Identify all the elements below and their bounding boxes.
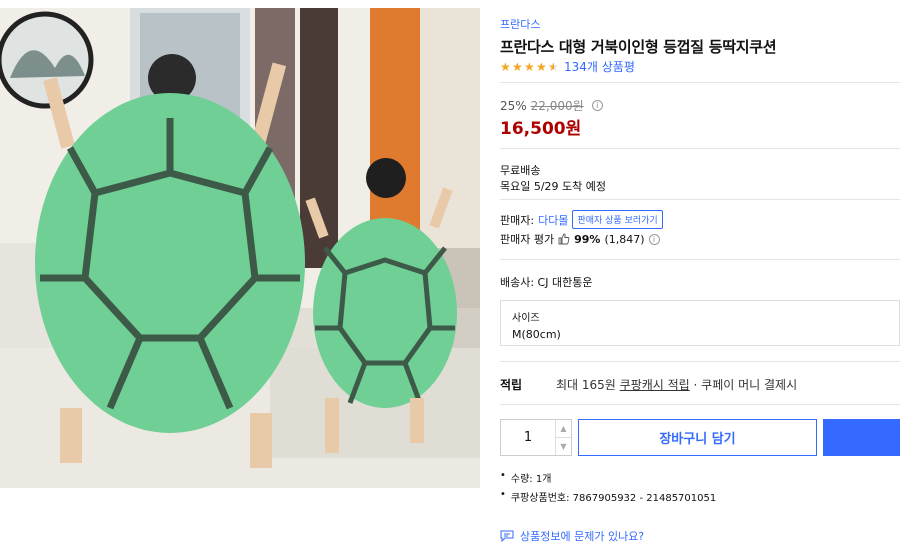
divider — [500, 404, 900, 405]
divider — [500, 361, 900, 362]
product-number-detail: 쿠팡상품번호: 7867905932 - 21485701051 — [500, 489, 716, 504]
coupang-cash-link[interactable]: 쿠팡캐시 적립 — [620, 378, 690, 392]
quantity-input[interactable] — [501, 420, 555, 455]
star-icon: ★ — [512, 59, 523, 74]
seller-rating-percent: 99% — [574, 232, 601, 246]
delivery-date: 목요일 5/29 도착 예정 — [500, 180, 607, 193]
product-image[interactable] — [0, 8, 480, 488]
seller-rating-row: 판매자 평가 99% (1,847) i — [500, 231, 660, 247]
buy-now-button[interactable] — [823, 419, 900, 456]
reward-suffix: · 쿠페이 머니 결제시 — [689, 378, 798, 392]
rating-stars: ★ ★ ★ ★ ★ — [500, 61, 560, 73]
quantity-detail: 수량: 1개 — [500, 470, 716, 485]
option-value: M(80cm) — [512, 328, 561, 341]
reward-label: 적립 — [500, 378, 523, 392]
review-count-link[interactable]: 134개 상품평 — [564, 58, 635, 75]
seller-row: 판매자: 다다몰 판매자 상품 보러가기 — [500, 210, 663, 229]
seller-name-link[interactable]: 다다몰 — [538, 212, 568, 228]
quantity-steppers: ▲ ▼ — [555, 420, 571, 455]
divider — [500, 199, 900, 200]
reward-prefix: 최대 165원 — [556, 378, 620, 392]
quantity-up-icon[interactable]: ▲ — [556, 420, 571, 437]
original-price: 22,000원 — [530, 99, 584, 113]
info-icon[interactable]: i — [591, 100, 603, 111]
product-info-panel: 프란다스 프란다스 대형 거북이인형 등껍질 등딱지쿠션 ★ ★ ★ ★ ★ 1… — [500, 0, 900, 550]
seller-rating-label: 판매자 평가 — [500, 233, 555, 246]
discount-row: 25% 22,000원 i — [500, 97, 603, 114]
carrier-info: 배송사: CJ 대한통운 — [500, 276, 593, 289]
quantity-stepper: ▲ ▼ — [500, 419, 572, 456]
seller-label: 판매자: — [500, 213, 535, 227]
reward-text: 최대 165원 쿠팡캐시 적립 · 쿠페이 머니 결제시 — [556, 376, 797, 393]
star-icon: ★ — [524, 59, 535, 74]
add-to-cart-button[interactable]: 장바구니 담기 — [578, 419, 817, 456]
sale-price: 16,500원 — [500, 119, 582, 139]
chat-icon — [500, 530, 514, 542]
quantity-down-icon[interactable]: ▼ — [556, 437, 571, 455]
reward-row: 적립 최대 165원 쿠팡캐시 적립 · 쿠페이 머니 결제시 — [500, 376, 900, 393]
star-icon: ★ — [500, 59, 511, 74]
shipping-label: 무료배송 — [500, 164, 541, 177]
brand-link[interactable]: 프란다스 — [500, 16, 540, 32]
option-label: 사이즈 — [512, 313, 540, 324]
report-problem-link[interactable]: 상품정보에 문제가 있나요? — [500, 528, 644, 544]
rating-row: ★ ★ ★ ★ ★ 134개 상품평 — [500, 58, 635, 75]
product-details-list: 수량: 1개 쿠팡상품번호: 7867905932 - 21485701051 — [500, 470, 716, 508]
turtle-shell-cushion-photo — [0, 8, 480, 488]
divider — [500, 259, 900, 260]
seller-products-button[interactable]: 판매자 상품 보러가기 — [572, 210, 663, 229]
report-problem-label: 상품정보에 문제가 있나요? — [520, 530, 645, 543]
info-icon[interactable]: i — [648, 233, 660, 245]
divider — [500, 82, 900, 83]
star-icon: ★ — [536, 59, 547, 74]
divider — [500, 148, 900, 149]
seller-rating-count: (1,847) — [604, 232, 645, 246]
thumbs-up-icon — [558, 233, 570, 245]
half-star-icon: ★ — [548, 59, 559, 74]
discount-rate: 25% — [500, 98, 527, 113]
size-option-select[interactable]: 사이즈 M(80cm) — [500, 300, 900, 346]
product-title: 프란다스 대형 거북이인형 등껍질 등딱지쿠션 — [500, 38, 777, 56]
